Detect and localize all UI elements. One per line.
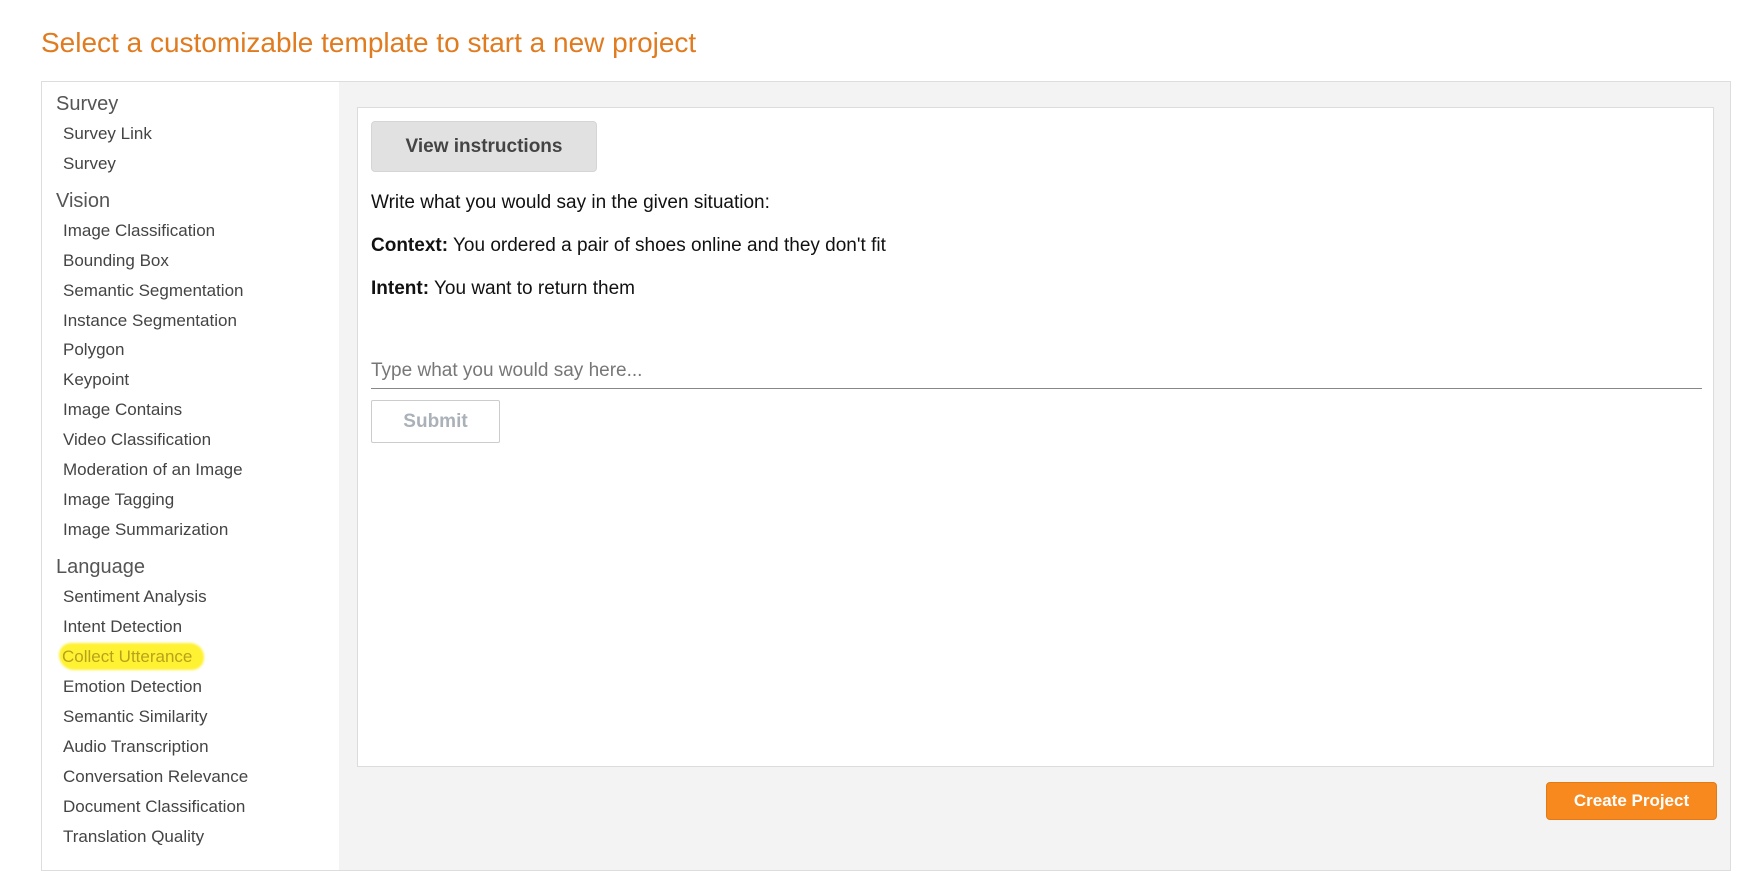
instruction-text: Write what you would say in the given si… (371, 192, 770, 213)
sidebar-item-semantic-segmentation[interactable]: Semantic Segmentation (63, 281, 244, 301)
context-text: You ordered a pair of shoes online and t… (448, 235, 886, 256)
sidebar-item-emotion-detection[interactable]: Emotion Detection (63, 677, 202, 697)
sidebar-item-sentiment-analysis[interactable]: Sentiment Analysis (63, 587, 207, 607)
sidebar-item-image-tagging[interactable]: Image Tagging (63, 490, 174, 510)
context-line: Context: You ordered a pair of shoes onl… (371, 235, 886, 257)
sidebar-item-document-classification[interactable]: Document Classification (63, 797, 245, 817)
sidebar-item-audio-transcription[interactable]: Audio Transcription (63, 737, 209, 757)
sidebar-item-image-classification[interactable]: Image Classification (63, 221, 215, 241)
sidebar-item-image-summarization[interactable]: Image Summarization (63, 520, 228, 540)
sidebar-item-image-contains[interactable]: Image Contains (63, 400, 182, 420)
utterance-input[interactable] (371, 353, 1702, 389)
intent-text: You want to return them (429, 278, 636, 299)
intent-line: Intent: You want to return them (371, 278, 635, 300)
sidebar-item-semantic-similarity[interactable]: Semantic Similarity (63, 707, 208, 727)
sidebar-item-translation-quality[interactable]: Translation Quality (63, 827, 204, 847)
sidebar-item-instance-segmentation[interactable]: Instance Segmentation (63, 311, 237, 331)
sidebar-item-video-classification[interactable]: Video Classification (63, 430, 211, 450)
view-instructions-button[interactable]: View instructions (371, 121, 597, 172)
sidebar-item-moderation-of-an-image[interactable]: Moderation of an Image (63, 460, 243, 480)
sidebar-group-survey: Survey (56, 93, 119, 115)
sidebar-item-keypoint[interactable]: Keypoint (63, 370, 129, 390)
sidebar-item-collect-utterance[interactable]: Collect Utterance (61, 645, 203, 668)
sidebar-item-polygon[interactable]: Polygon (63, 340, 124, 360)
sidebar-item-survey[interactable]: Survey (63, 154, 116, 174)
sidebar-item-conversation-relevance[interactable]: Conversation Relevance (63, 767, 248, 787)
sidebar-group-vision: Vision (56, 190, 111, 212)
sidebar-group-language: Language (56, 556, 145, 578)
template-browser: Survey Survey Link Survey Vision Image C… (41, 81, 1731, 871)
create-project-button[interactable]: Create Project (1546, 782, 1717, 820)
submit-button[interactable]: Submit (371, 400, 500, 443)
sidebar-item-survey-link[interactable]: Survey Link (63, 124, 152, 144)
intent-label: Intent: (371, 278, 430, 299)
template-sidebar: Survey Survey Link Survey Vision Image C… (42, 82, 339, 870)
sidebar-item-intent-detection[interactable]: Intent Detection (63, 617, 182, 637)
context-label: Context: (371, 235, 449, 256)
sidebar-item-bounding-box[interactable]: Bounding Box (63, 251, 169, 271)
template-preview: View instructions Write what you would s… (357, 107, 1714, 767)
page-title: Select a customizable template to start … (41, 27, 697, 58)
